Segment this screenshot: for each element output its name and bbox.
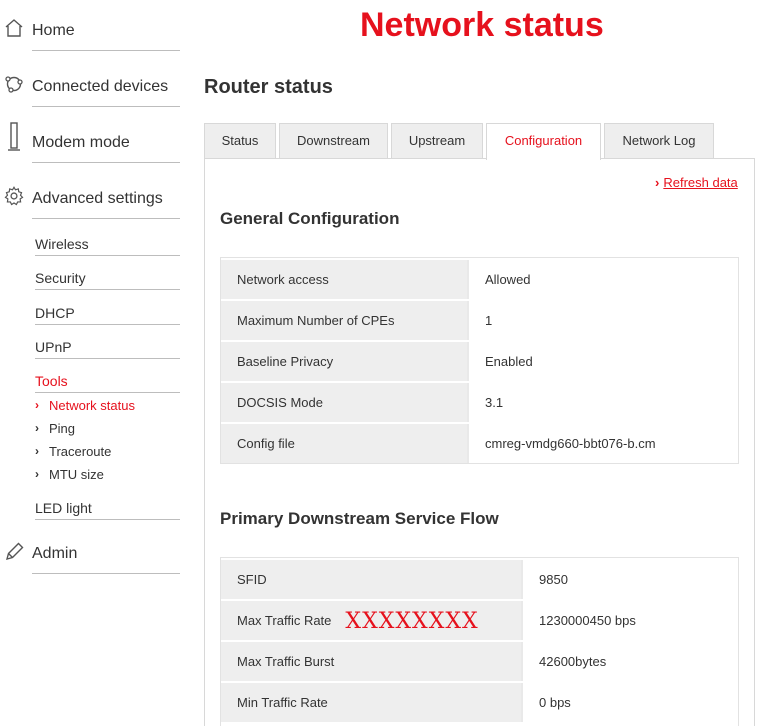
sidebar-item-label: LED light — [35, 500, 92, 516]
table-row: DOCSIS Mode 3.1 — [221, 381, 738, 422]
sidebar-item-label: Admin — [32, 545, 78, 562]
row-value: 1 — [467, 301, 738, 340]
sidebar-item-admin[interactable]: Admin — [0, 527, 180, 583]
sidebar-item-label: Tools — [35, 373, 68, 389]
divider — [35, 358, 180, 359]
divider — [35, 289, 180, 290]
chevron-right-icon: › — [35, 444, 39, 458]
sidebar-item-label: Wireless — [35, 236, 89, 252]
general-configuration-title: General Configuration — [220, 209, 400, 228]
refresh-data-link[interactable]: › Refresh data — [655, 175, 738, 190]
sidebar: Home Connected devices Modem mode Advanc… — [0, 0, 185, 726]
sidebar-item-led-light[interactable]: LED light — [35, 494, 180, 524]
pencil-icon — [6, 542, 24, 560]
table-row: Min Traffic Rate 0 bps — [221, 681, 738, 722]
page-title: Network status — [360, 6, 604, 44]
sidebar-item-modem-mode[interactable]: Modem mode — [0, 116, 180, 172]
tools-item-ping[interactable]: › Ping — [35, 418, 180, 440]
chevron-right-icon: › — [35, 398, 39, 412]
tools-item-label: Traceroute — [49, 444, 112, 459]
row-value: Enabled — [467, 342, 738, 381]
divider — [35, 324, 180, 325]
downstream-flow-title: Primary Downstream Service Flow — [220, 509, 499, 528]
tools-item-mtu-size[interactable]: › MTU size — [35, 464, 180, 486]
sidebar-item-advanced-settings[interactable]: Advanced settings — [0, 172, 180, 228]
table-row: Baseline Privacy Enabled — [221, 340, 738, 381]
row-value: 3.1 — [467, 383, 738, 422]
row-label: Maximum Number of CPEs — [221, 301, 467, 340]
sidebar-item-label: Security — [35, 270, 86, 286]
devices-icon — [5, 76, 23, 93]
row-value: Allowed — [467, 260, 738, 299]
tools-item-label: Ping — [49, 421, 76, 436]
table-row: SFID 9850 — [221, 558, 738, 599]
row-label: SFID — [221, 560, 521, 599]
sidebar-item-label: DHCP — [35, 305, 75, 321]
row-label: Baseline Privacy — [221, 342, 467, 381]
table-row: Max Traffic Rate XXXXXXXX 1230000450 bps — [221, 599, 738, 640]
table-row: Network access Allowed — [221, 258, 738, 299]
row-value: 42600bytes — [521, 642, 738, 681]
sidebar-item-label: Connected devices — [32, 78, 169, 95]
tab-upstream[interactable]: Upstream — [391, 123, 483, 159]
table-row: Config file cmreg-vmdg660-bbt076-b.cm — [221, 422, 738, 463]
tools-item-network-status[interactable]: › Network status — [35, 395, 180, 417]
divider — [32, 106, 180, 107]
divider — [32, 218, 180, 219]
chevron-right-icon: › — [35, 421, 39, 435]
tools-item-label: Network status — [49, 398, 135, 413]
tools-item-label: MTU size — [49, 467, 104, 482]
divider — [35, 255, 180, 256]
row-value: cmreg-vmdg660-bbt076-b.cm — [467, 424, 738, 463]
sidebar-item-label: Home — [32, 22, 75, 39]
divider — [32, 50, 180, 51]
table-row: Maximum Number of CPEs 1 — [221, 299, 738, 340]
tab-status[interactable]: Status — [204, 123, 276, 159]
sidebar-item-dhcp[interactable]: DHCP — [35, 299, 180, 329]
divider — [32, 573, 180, 574]
row-label: Max Traffic Burst — [221, 642, 521, 681]
downstream-flow-table: SFID 9850 Max Traffic Rate XXXXXXXX 12300… — [220, 557, 739, 726]
tab-network-log[interactable]: Network Log — [604, 123, 714, 159]
redaction-mark: XXXXXXXX — [345, 609, 479, 634]
sidebar-item-wireless[interactable]: Wireless — [35, 230, 180, 260]
row-label: Config file — [221, 424, 467, 463]
sidebar-item-label: Modem mode — [32, 134, 130, 151]
table-row: Max Traffic Burst 42600bytes — [221, 640, 738, 681]
chevron-right-icon: › — [35, 467, 39, 481]
tools-item-traceroute[interactable]: › Traceroute — [35, 441, 180, 463]
row-value: 0 bps — [521, 683, 738, 722]
divider — [35, 392, 180, 393]
tab-downstream[interactable]: Downstream — [279, 123, 388, 159]
sidebar-item-tools[interactable]: Tools — [35, 367, 180, 397]
row-value: 1230000450 bps — [521, 601, 738, 640]
divider — [32, 162, 180, 163]
sidebar-item-security[interactable]: Security — [35, 264, 180, 294]
chevron-right-icon: › — [655, 175, 660, 190]
sidebar-item-label: Advanced settings — [32, 190, 163, 207]
gear-icon — [4, 186, 24, 206]
row-label: DOCSIS Mode — [221, 383, 467, 422]
row-label: Max Traffic Rate — [237, 613, 332, 628]
sidebar-item-label: UPnP — [35, 339, 72, 355]
tab-configuration[interactable]: Configuration — [486, 123, 601, 160]
refresh-data-label: Refresh data — [663, 175, 738, 190]
row-label: Network access — [221, 260, 467, 299]
sidebar-item-upnp[interactable]: UPnP — [35, 333, 180, 363]
modem-icon — [8, 122, 20, 151]
sidebar-item-connected-devices[interactable]: Connected devices — [0, 60, 180, 116]
row-label: Min Traffic Rate — [221, 683, 521, 722]
section-title: Router status — [204, 76, 333, 98]
row-value: 9850 — [521, 560, 738, 599]
row-label-cell: Max Traffic Rate XXXXXXXX — [221, 601, 521, 640]
home-icon — [5, 19, 23, 37]
general-configuration-table: Network access Allowed Maximum Number of… — [220, 257, 739, 464]
sidebar-item-home[interactable]: Home — [0, 4, 180, 60]
divider — [35, 519, 180, 520]
